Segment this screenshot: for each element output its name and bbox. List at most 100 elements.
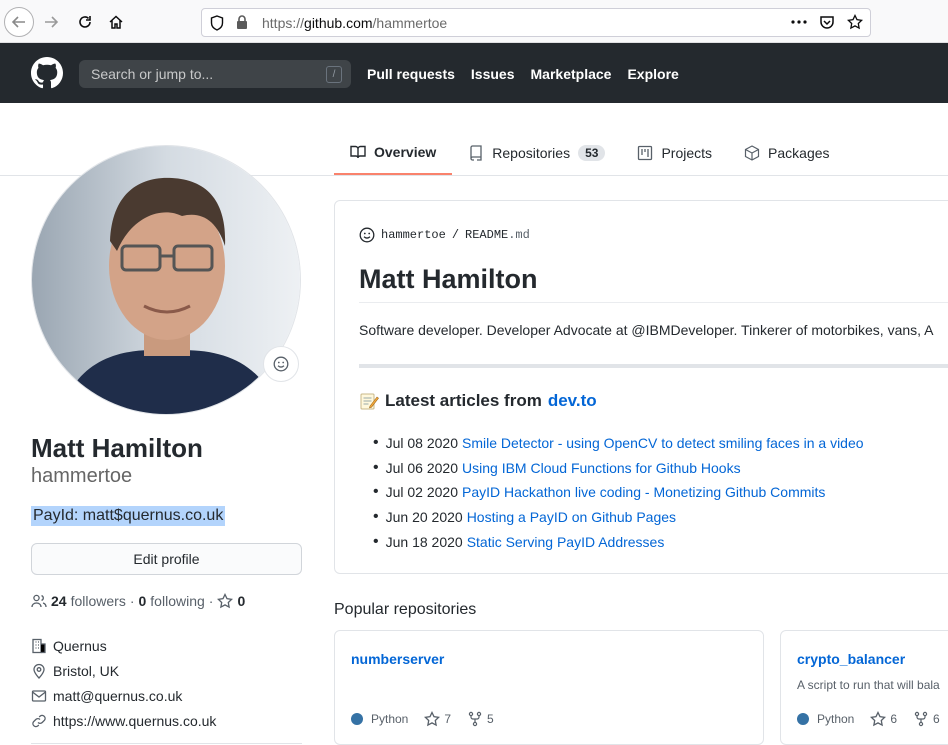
email-link[interactable]: matt@quernus.co.uk — [53, 688, 182, 704]
github-logo-icon[interactable] — [31, 57, 63, 89]
location-icon — [33, 663, 45, 679]
tab-overview[interactable]: Overview — [334, 130, 453, 175]
reload-button[interactable] — [70, 7, 100, 37]
lock-icon[interactable] — [236, 15, 248, 33]
path-separator: / — [451, 228, 460, 242]
profile-bio: PayId: matt$quernus.co.uk — [31, 506, 226, 526]
detail-website: https://www.quernus.co.uk — [31, 708, 216, 733]
repo-meta: Python 7 5 — [351, 711, 494, 727]
repo-meta: Python 6 6 — [797, 711, 940, 727]
avatar[interactable] — [31, 145, 301, 415]
article-link[interactable]: Using IBM Cloud Functions for Github Hoo… — [462, 460, 741, 476]
stats-separator: · — [208, 593, 214, 609]
repo-name-link[interactable]: numberserver — [351, 651, 444, 667]
forward-button[interactable] — [36, 7, 66, 37]
website-link[interactable]: https://www.quernus.co.uk — [53, 713, 216, 729]
nav-marketplace[interactable]: Marketplace — [531, 66, 612, 82]
list-item: Jun 20 2020Hosting a PayID on Github Pag… — [373, 505, 864, 530]
profile-username: hammertoe — [31, 465, 133, 487]
sidebar-divider — [31, 743, 302, 744]
url-host: github.com — [304, 15, 373, 31]
detail-location: Bristol, UK — [31, 658, 216, 683]
star-icon — [870, 711, 887, 727]
url-bar[interactable]: https://github.com/hammertoe — [201, 8, 871, 37]
company-text: Quernus — [53, 637, 107, 654]
article-link[interactable]: Hosting a PayID on Github Pages — [467, 509, 676, 525]
readme-owner-link[interactable]: hammertoe — [381, 228, 446, 242]
tab-repositories-label: Repositories — [492, 144, 571, 161]
project-icon — [638, 145, 653, 160]
following-link[interactable]: following — [150, 593, 204, 609]
readme-path: hammertoe / README.md — [359, 227, 530, 243]
readme-card: hammertoe / README.md Matt Hamilton Soft… — [334, 200, 948, 574]
list-item: Jul 02 2020PayID Hackathon live coding -… — [373, 480, 864, 505]
shield-icon[interactable] — [210, 15, 224, 34]
search-input[interactable]: Search or jump to... / — [79, 60, 351, 88]
tab-repositories[interactable]: Repositories 53 — [452, 130, 621, 175]
repo-icon — [470, 144, 482, 161]
article-link[interactable]: PayID Hackathon live coding - Monetizing… — [462, 484, 825, 500]
repo-description: A script to run that will bala — [797, 678, 940, 692]
tab-projects[interactable]: Projects — [621, 130, 728, 175]
tab-overview-label: Overview — [374, 143, 437, 160]
following-count[interactable]: 0 — [139, 593, 147, 609]
smiley-icon — [273, 356, 289, 372]
devto-link[interactable]: dev.to — [548, 391, 597, 411]
github-header: Search or jump to... / Pull requests Iss… — [0, 43, 948, 103]
link-icon — [32, 714, 46, 727]
repo-stars[interactable]: 7 — [424, 711, 451, 727]
article-date: Jul 06 2020 — [385, 459, 459, 476]
home-button[interactable] — [101, 7, 131, 37]
article-link[interactable]: Smile Detector - using OpenCV to detect … — [462, 435, 864, 451]
bookmark-star-icon[interactable] — [846, 13, 864, 31]
page-actions-icon[interactable] — [790, 13, 808, 31]
followers-count[interactable]: 24 — [51, 593, 67, 609]
repo-language: Python — [797, 712, 854, 726]
detail-email: matt@quernus.co.uk — [31, 683, 216, 708]
repo-card: crypto_balancer A script to run that wil… — [780, 630, 948, 745]
tab-projects-label: Projects — [661, 144, 713, 161]
location-text: Bristol, UK — [53, 662, 120, 679]
readme-title: Matt Hamilton — [359, 264, 538, 294]
articles-list: Jul 08 2020Smile Detector - using OpenCV… — [373, 431, 864, 554]
search-shortcut-key: / — [326, 66, 342, 83]
repo-forks[interactable]: 5 — [467, 711, 494, 727]
popular-repositories-heading: Popular repositories — [334, 601, 477, 618]
repo-card: numberserver Python 7 5 — [334, 630, 764, 745]
followers-link[interactable]: followers — [71, 593, 126, 609]
tab-packages[interactable]: Packages — [728, 130, 845, 175]
smiley-icon — [359, 227, 375, 243]
follow-stats: 24 followers · 0 following · 0 — [31, 593, 245, 609]
back-button[interactable] — [4, 7, 34, 37]
repo-stars[interactable]: 6 — [870, 711, 897, 727]
article-date: Jul 08 2020 — [385, 435, 459, 452]
article-link[interactable]: Static Serving PayID Addresses — [467, 534, 665, 550]
nav-pull-requests[interactable]: Pull requests — [367, 66, 455, 82]
fork-icon — [468, 711, 482, 727]
star-icon[interactable] — [217, 593, 234, 609]
nav-issues[interactable]: Issues — [471, 66, 515, 82]
repositories-count-badge: 53 — [578, 144, 606, 161]
browser-toolbar: https://github.com/hammertoe — [0, 0, 948, 43]
organization-icon — [32, 638, 46, 653]
people-icon — [31, 594, 47, 608]
stats-separator: · — [129, 593, 135, 609]
arrow-right-icon — [45, 16, 59, 28]
stars-count[interactable]: 0 — [237, 593, 245, 609]
mail-icon — [31, 689, 47, 702]
nav-explore[interactable]: Explore — [627, 66, 678, 82]
set-status-button[interactable] — [263, 346, 299, 382]
book-icon — [350, 145, 366, 158]
edit-profile-button[interactable]: Edit profile — [31, 543, 302, 575]
readme-horizontal-rule — [359, 364, 948, 368]
profile-tabs: Overview Repositories 53 Projects Packag… — [334, 130, 846, 175]
reload-icon — [79, 16, 91, 28]
repo-name-link[interactable]: crypto_balancer — [797, 651, 905, 667]
pocket-icon[interactable] — [818, 13, 836, 31]
repo-language: Python — [351, 712, 408, 726]
repo-forks[interactable]: 6 — [913, 711, 940, 727]
readme-file-link[interactable]: README.md — [465, 228, 530, 242]
article-date: Jun 20 2020 — [385, 509, 463, 526]
url-text[interactable]: https://github.com/hammertoe — [262, 15, 447, 31]
home-icon — [109, 15, 123, 29]
